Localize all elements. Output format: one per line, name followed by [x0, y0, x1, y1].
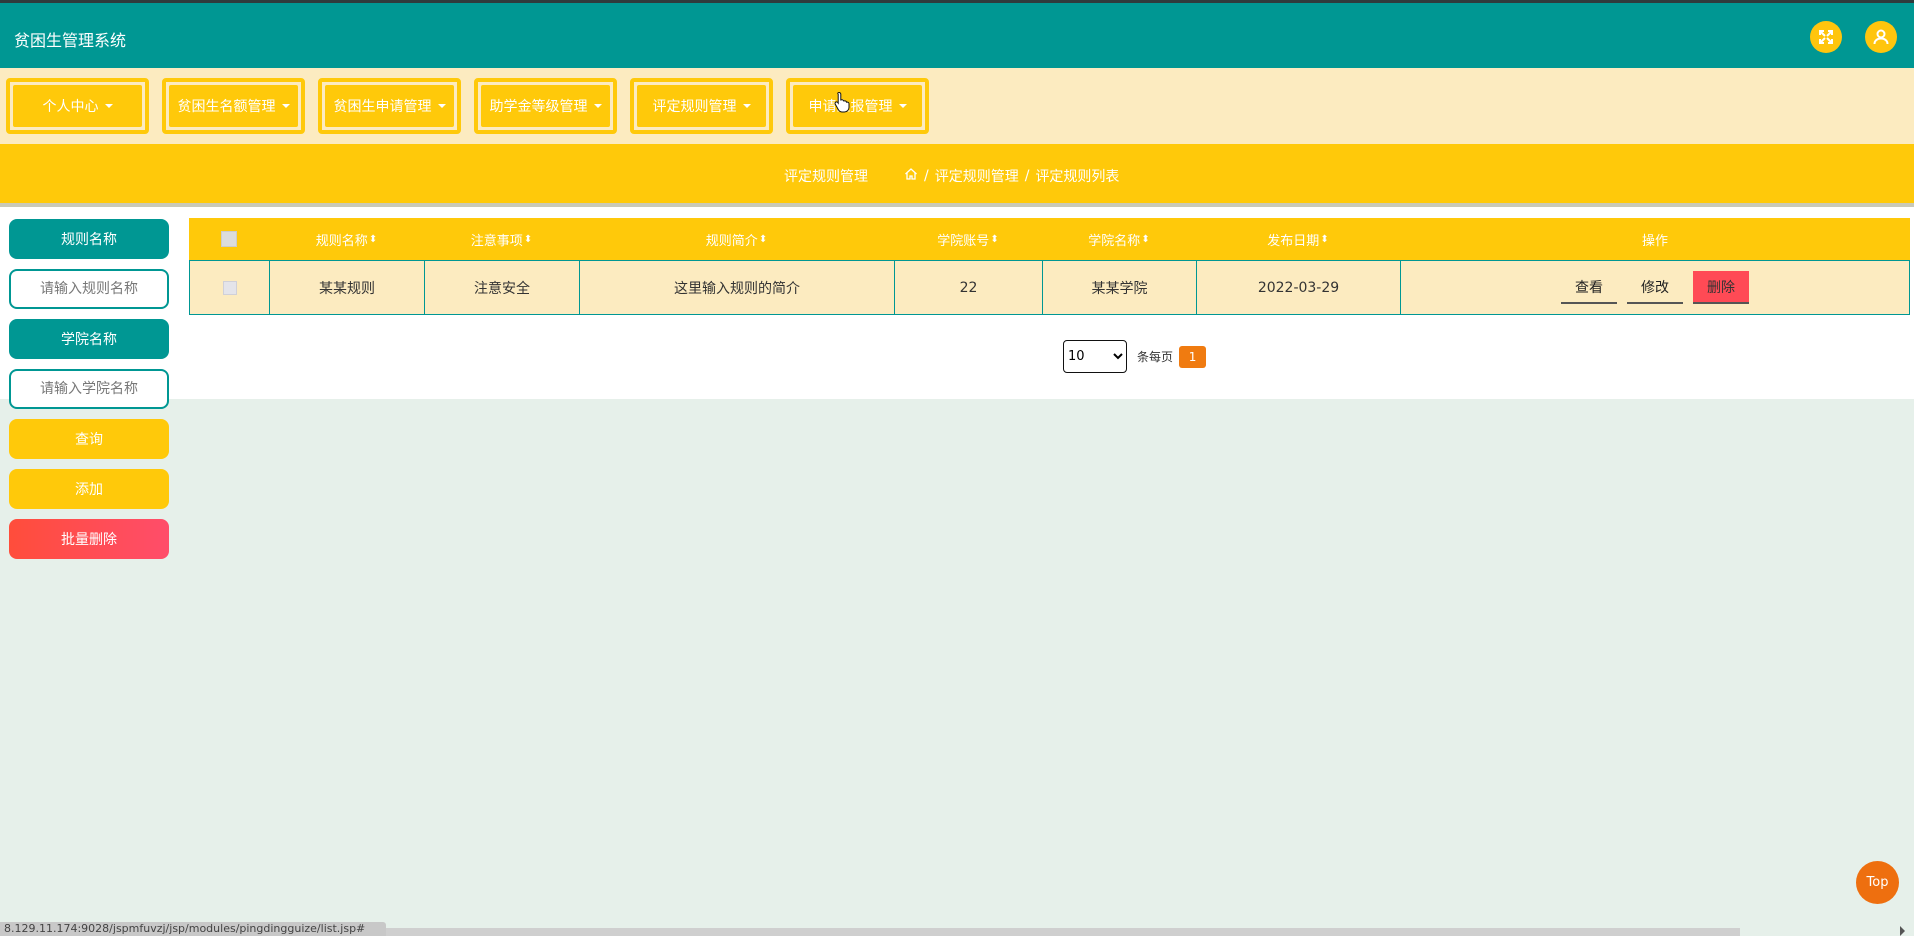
breadcrumb: / 评定规则管理 / 评定规则列表: [904, 166, 1119, 186]
cell-rule-name: 某某规则: [270, 261, 425, 314]
top-header: 贫困生管理系统: [0, 3, 1914, 68]
chevron-down-icon: [281, 104, 290, 108]
chevron-down-icon: [104, 104, 113, 108]
add-button[interactable]: 添加: [9, 469, 169, 509]
nav-grant-level-management[interactable]: 助学金等级管理: [474, 78, 617, 134]
page-number-button[interactable]: 1: [1179, 345, 1207, 368]
mouse-pointer-icon: [834, 91, 850, 117]
header-intro[interactable]: 规则简介 ⬍: [579, 218, 894, 260]
status-bar-url: 8.129.11.174:9028/jspmfuvzj/jsp/modules/…: [0, 922, 386, 936]
table-row: 某某规则 注意安全 这里输入规则的简介 22 某某学院 2022-03-29 查…: [189, 260, 1910, 315]
rule-name-label: 规则名称: [9, 219, 169, 259]
fullscreen-icon[interactable]: [1810, 21, 1842, 53]
table-header: 规则名称 ⬍ 注意事项 ⬍ 规则简介 ⬍ 学院账号 ⬍ 学院名称 ⬍ 发布日期 ⬍ 操作: [189, 218, 1910, 260]
college-name-label: 学院名称: [9, 319, 169, 359]
nav-rule-management[interactable]: 评定规则管理: [630, 78, 773, 134]
row-checkbox[interactable]: [222, 280, 237, 295]
breadcrumb-item[interactable]: 评定规则管理: [935, 166, 1019, 186]
user-icon[interactable]: [1865, 21, 1897, 53]
cell-college-account: 22: [895, 261, 1043, 314]
nav-application-management[interactable]: 贫困生申请管理: [318, 78, 461, 134]
main-nav: 个人中心 贫困生名额管理 贫困生申请管理 助学金等级管理 评定规则管理 申请上报…: [0, 68, 1914, 144]
nav-label: 个人中心: [42, 99, 99, 115]
rules-table: 规则名称 ⬍ 注意事项 ⬍ 规则简介 ⬍ 学院账号 ⬍ 学院名称 ⬍ 发布日期 ⬍ 操作 某…: [189, 218, 1910, 315]
home-icon[interactable]: [904, 167, 918, 185]
batch-delete-button[interactable]: 批量删除: [9, 519, 169, 559]
cell-notice: 注意安全: [425, 261, 580, 314]
pagination: 10 条每页 1: [1063, 340, 1207, 373]
nav-report-management[interactable]: 申请上报管理: [786, 78, 929, 134]
scroll-right-arrow-icon[interactable]: [1900, 926, 1905, 936]
breadcrumb-item: 评定规则列表: [1035, 169, 1120, 185]
header-college-name[interactable]: 学院名称 ⬍: [1042, 218, 1196, 260]
header-label: 规则简介: [705, 233, 758, 249]
row-select-cell: [190, 261, 270, 314]
app-title: 贫困生管理系统: [14, 31, 127, 50]
chevron-down-icon: [593, 104, 602, 108]
per-page-label: 条每页: [1137, 350, 1174, 364]
header-label: 注意事项: [470, 233, 523, 249]
cell-intro: 这里输入规则的简介: [580, 261, 895, 314]
header-label: 规则名称: [315, 233, 368, 249]
header-label: 学院账号: [937, 233, 990, 249]
header-notice[interactable]: 注意事项 ⬍: [424, 218, 579, 260]
horizontal-scrollbar[interactable]: [386, 928, 1740, 936]
sort-icon: ⬍: [1141, 233, 1150, 245]
sort-icon: ⬍: [368, 233, 378, 245]
header-label: 学院名称: [1088, 233, 1141, 249]
breadcrumb-separator: /: [1024, 168, 1030, 184]
delete-button[interactable]: 删除: [1693, 271, 1749, 304]
sort-icon: ⬍: [523, 233, 533, 245]
cell-college-name: 某某学院: [1043, 261, 1197, 314]
nav-label: 申请上报管理: [808, 99, 893, 115]
page-size-select[interactable]: 10: [1063, 340, 1127, 373]
select-all-checkbox[interactable]: [221, 231, 237, 247]
sort-icon: ⬍: [758, 233, 768, 245]
page-title: 评定规则管理: [784, 169, 868, 185]
back-to-top-button[interactable]: Top: [1856, 861, 1899, 904]
cell-actions: 查看 修改 删除: [1401, 261, 1909, 314]
sort-icon: ⬍: [990, 233, 999, 245]
rule-name-input[interactable]: [9, 269, 169, 309]
nav-label: 助学金等级管理: [489, 99, 588, 115]
nav-label: 贫困生申请管理: [333, 99, 432, 115]
chevron-down-icon: [437, 104, 446, 108]
search-sidebar: 规则名称 学院名称 查询 添加 批量删除: [9, 219, 169, 569]
header-label: 操作: [1641, 233, 1668, 249]
nav-label: 评定规则管理: [652, 99, 737, 115]
header-label: 发布日期: [1267, 233, 1320, 249]
breadcrumb-separator: /: [924, 168, 929, 184]
college-name-input[interactable]: [9, 369, 169, 409]
select-all-cell: [189, 218, 269, 260]
chevron-down-icon: [742, 104, 751, 108]
view-button[interactable]: 查看: [1561, 271, 1617, 304]
nav-label: 贫困生名额管理: [177, 99, 276, 115]
chevron-down-icon: [898, 104, 907, 108]
sort-icon: ⬍: [1320, 233, 1329, 245]
header-date[interactable]: 发布日期 ⬍: [1196, 218, 1400, 260]
breadcrumb-bar: 评定规则管理 / 评定规则管理 / 评定规则列表: [0, 144, 1914, 207]
query-button[interactable]: 查询: [9, 419, 169, 459]
header-college-account[interactable]: 学院账号 ⬍: [894, 218, 1042, 260]
cell-date: 2022-03-29: [1197, 261, 1401, 314]
nav-personal-center[interactable]: 个人中心: [6, 78, 149, 134]
nav-quota-management[interactable]: 贫困生名额管理: [162, 78, 305, 134]
header-actions: 操作: [1400, 218, 1910, 260]
header-rule-name[interactable]: 规则名称 ⬍: [269, 218, 424, 260]
edit-button[interactable]: 修改: [1627, 271, 1683, 304]
